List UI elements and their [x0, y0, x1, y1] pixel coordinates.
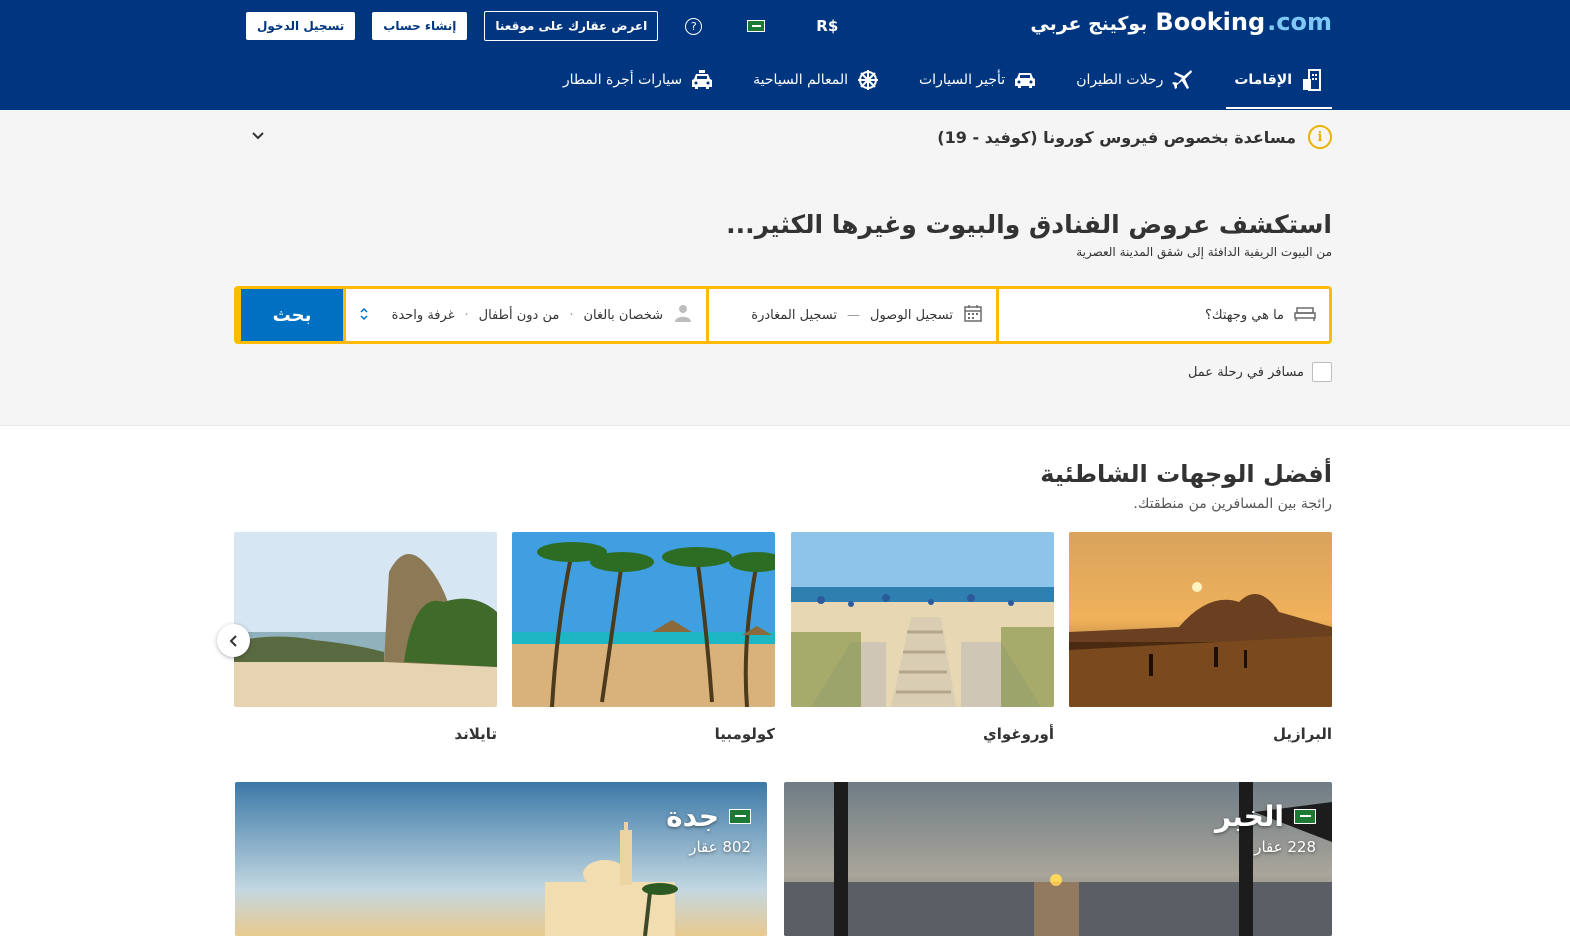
hero-subtitle: من البيوت الريفية الدافئة إلى شقق المدين… [1076, 245, 1332, 259]
thailand-image [234, 532, 497, 707]
header: بوكينج عربي Booking .com تسجيل الدخول إنش… [0, 0, 1570, 110]
logo-arabic: بوكينج عربي [1030, 13, 1148, 35]
business-label: مسافر في رحلة عمل [1187, 364, 1304, 380]
guests-field[interactable]: شخصان بالغان · من دون أطفال · غرفة واحدة [346, 289, 706, 341]
destination-label: كولومبيا [714, 725, 775, 743]
business-checkbox[interactable] [1312, 362, 1332, 382]
destination-field[interactable]: ما هي وجهتك؟ [999, 289, 1329, 341]
search-button[interactable]: بحث [241, 289, 343, 341]
car-icon [1013, 69, 1037, 91]
main-nav: الإقامات رحلات الطيران تأجير السيارات ال… [532, 60, 1332, 109]
nav-label: سيارات أجرة المطار [562, 72, 683, 88]
saudi-flag-icon [1294, 809, 1316, 824]
attraction-icon [856, 69, 880, 91]
taxi-icon [690, 69, 714, 91]
logo-tld: .com [1267, 8, 1332, 36]
saudi-flag-icon[interactable] [747, 20, 766, 32]
adults-label: شخصان بالغان [583, 307, 663, 323]
hero-section: i مساعدة بخصوص فيروس كورونا (كوفيد - 19)… [0, 110, 1570, 426]
destination-card-thailand[interactable]: تايلاند [234, 532, 497, 743]
header-controls: تسجيل الدخول إنشاء حساب اعرض عقارك على م… [246, 11, 838, 41]
property-count: 228 عقار [1254, 838, 1316, 856]
signin-button[interactable]: تسجيل الدخول [246, 12, 356, 40]
info-icon: i [1308, 125, 1332, 149]
city-name: جدة [666, 800, 719, 833]
help-icon[interactable]: ? [685, 17, 703, 35]
destination-placeholder: ما هي وجهتك؟ [1205, 307, 1284, 323]
city-card-khobar[interactable]: الخبر 228 عقار [784, 782, 1332, 936]
checkout-label: تسجيل المغادرة [751, 307, 837, 323]
covid-text: مساعدة بخصوص فيروس كورونا (كوفيد - 19) [937, 127, 1296, 147]
bed-building-icon [1300, 69, 1324, 91]
plane-icon [1171, 69, 1195, 91]
city-title: الخبر [1215, 800, 1316, 833]
city-name: الخبر [1214, 800, 1284, 833]
hero-title: استكشف عروض الفنادق والبيوت وغيرها الكثي… [726, 210, 1332, 239]
rooms-label: غرفة واحدة [391, 307, 455, 323]
nav-label: الإقامات [1234, 72, 1292, 88]
city-title: جدة [666, 800, 751, 833]
city-card-jeddah[interactable]: جدة 802 عقار [235, 782, 767, 936]
nav-airport-taxis[interactable]: سيارات أجرة المطار [555, 60, 722, 100]
destination-label: تايلاند [454, 725, 497, 743]
nav-stays[interactable]: الإقامات [1226, 60, 1332, 109]
children-label: من دون أطفال [478, 307, 560, 323]
destination-card-brazil[interactable]: البرازيل [1069, 532, 1332, 743]
destination-card-uruguay[interactable]: أوروغواي [791, 532, 1054, 743]
booking-logo[interactable]: بوكينج عربي Booking .com [1030, 8, 1332, 36]
nav-label: المعالم السياحية [753, 72, 848, 88]
beach-section-title: أفضل الوجهات الشاطئية [1040, 460, 1332, 488]
bed-icon [1294, 305, 1316, 325]
uruguay-image [791, 532, 1054, 707]
nav-label: رحلات الطيران [1076, 72, 1164, 88]
nav-label: تأجير السيارات [919, 72, 1006, 88]
currency-selector[interactable]: R$ [816, 17, 838, 35]
business-travel-toggle[interactable]: مسافر في رحلة عمل [1188, 362, 1332, 382]
beach-section-subtitle: رائجة بين المسافرين من منطقتك. [1133, 496, 1332, 512]
up-down-chevron-icon [359, 307, 369, 324]
calendar-icon [963, 303, 983, 327]
saudi-flag-icon [729, 809, 751, 824]
destination-card-colombia[interactable]: كولومبيا [512, 532, 775, 743]
register-button[interactable]: إنشاء حساب [372, 12, 468, 40]
person-icon [673, 303, 693, 327]
brazil-image [1069, 532, 1332, 707]
nav-car-rental[interactable]: تأجير السيارات [911, 60, 1045, 100]
dot-separator: · [569, 307, 574, 323]
nav-attractions[interactable]: المعالم السياحية [745, 60, 888, 100]
carousel-next-button[interactable] [217, 624, 250, 657]
dates-field[interactable]: تسجيل الوصول — تسجيل المغادرة [709, 289, 996, 341]
dot-separator: · [464, 307, 469, 323]
property-count: 802 عقار [689, 838, 751, 856]
destination-label: أوروغواي [983, 725, 1054, 743]
destination-label: البرازيل [1272, 725, 1332, 743]
chevron-down-icon[interactable] [250, 128, 266, 144]
date-separator: — [847, 307, 860, 323]
covid-banner[interactable]: i مساعدة بخصوص فيروس كورونا (كوفيد - 19) [238, 122, 1332, 152]
checkin-label: تسجيل الوصول [870, 307, 953, 323]
chevron-left-icon [229, 634, 237, 647]
logo-brand: Booking [1155, 8, 1266, 36]
search-bar: ما هي وجهتك؟ تسجيل الوصول — تسجيل المغاد… [234, 286, 1332, 344]
nav-flights[interactable]: رحلات الطيران [1068, 60, 1203, 100]
colombia-image [512, 532, 775, 707]
list-property-button[interactable]: اعرض عقارك على موقعنا [484, 11, 659, 41]
